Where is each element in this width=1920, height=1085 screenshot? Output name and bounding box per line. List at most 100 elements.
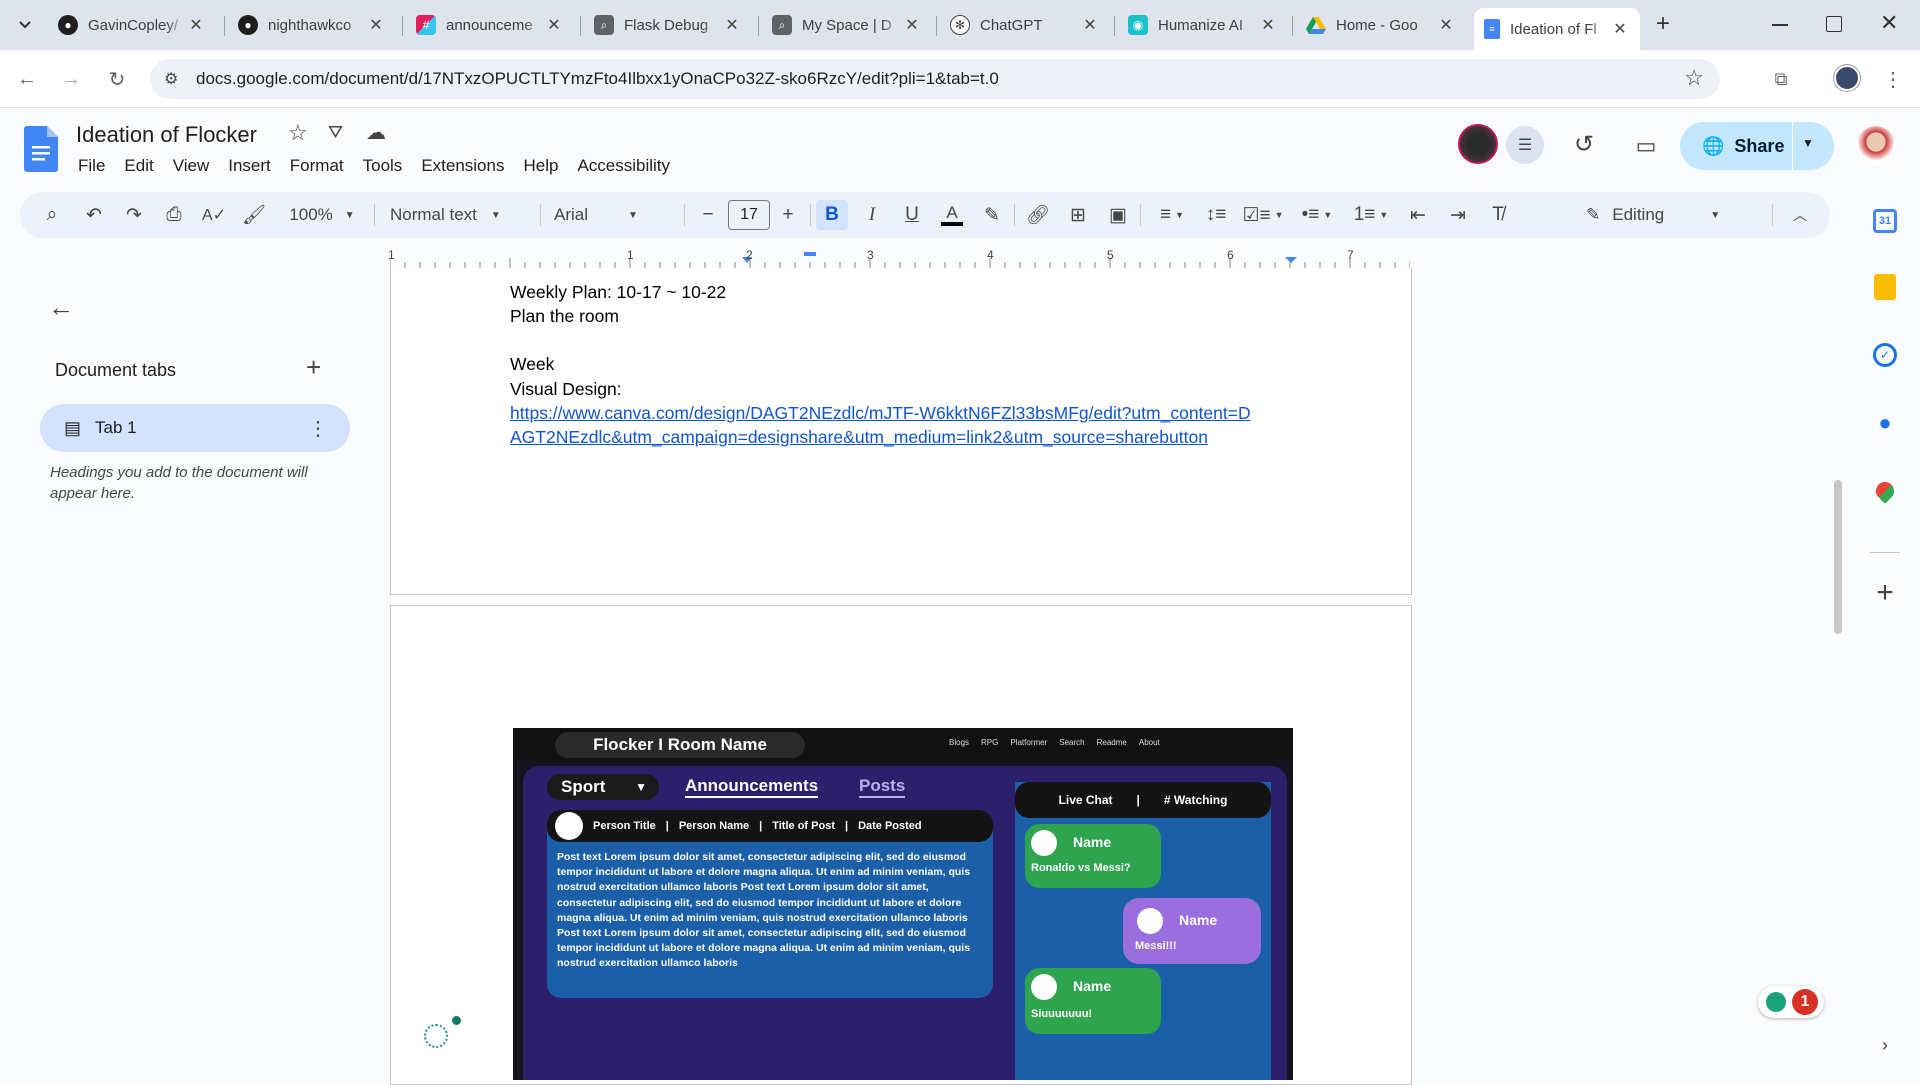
collaborator-avatar[interactable] bbox=[1458, 124, 1498, 164]
bold-button[interactable]: B bbox=[816, 200, 848, 230]
text-color-button[interactable]: A bbox=[938, 200, 966, 230]
search-menus-button[interactable]: ⌕ bbox=[38, 200, 66, 230]
undo-button[interactable]: ↶ bbox=[80, 200, 108, 230]
add-tab-button[interactable]: + bbox=[306, 352, 321, 383]
close-tab-icon[interactable]: ✕ bbox=[186, 15, 206, 35]
get-addons-button[interactable]: + bbox=[1868, 576, 1902, 610]
browser-tab[interactable]: ⌕ My Space | D ✕ bbox=[762, 8, 932, 42]
maps-app-button[interactable] bbox=[1868, 474, 1902, 508]
share-button[interactable]: 🌐 Share ▼ bbox=[1680, 122, 1834, 170]
print-button[interactable]: ⎙ bbox=[160, 200, 188, 230]
profile-avatar[interactable] bbox=[1834, 65, 1860, 91]
highlight-color-button[interactable]: ✎ bbox=[978, 200, 1006, 230]
browser-tab[interactable]: ⌕ Flask Debug ✕ bbox=[584, 8, 752, 42]
menu-edit[interactable]: Edit bbox=[124, 156, 153, 176]
reload-button[interactable]: ↻ bbox=[100, 62, 134, 96]
doc-line[interactable]: Week bbox=[510, 352, 554, 376]
fingerprint-icon[interactable] bbox=[424, 1024, 448, 1048]
numbered-list-button[interactable]: 1≡ ▼ bbox=[1348, 200, 1394, 230]
menu-accessibility[interactable]: Accessibility bbox=[577, 156, 670, 176]
hide-menus-button[interactable]: ︿ bbox=[1786, 200, 1814, 230]
show-side-panel-button[interactable]: › bbox=[1868, 1028, 1902, 1062]
line-spacing-button[interactable]: ↕≡ bbox=[1202, 200, 1230, 230]
editing-mode-select[interactable]: ✎ Editing ▼ bbox=[1586, 200, 1746, 230]
more-vert-icon[interactable]: ⋮ bbox=[308, 416, 328, 441]
account-avatar[interactable] bbox=[1856, 126, 1896, 166]
contacts-app-button[interactable]: ● bbox=[1868, 406, 1902, 440]
keep-app-button[interactable] bbox=[1868, 270, 1902, 304]
docs-logo-icon[interactable] bbox=[24, 126, 58, 172]
new-tab-button[interactable]: + bbox=[1650, 12, 1676, 38]
doc-line[interactable]: Visual Design: bbox=[510, 377, 622, 401]
checklist-button[interactable]: ☑≡ ▼ bbox=[1240, 200, 1286, 230]
increase-font-size-button[interactable]: + bbox=[776, 200, 800, 230]
close-panel-button[interactable]: ← bbox=[48, 292, 74, 323]
close-tab-icon[interactable]: ✕ bbox=[544, 15, 564, 35]
font-family-select[interactable]: Arial ▼ bbox=[554, 200, 674, 230]
insert-image-button[interactable]: ▣ bbox=[1104, 200, 1132, 230]
close-window-button[interactable]: ✕ bbox=[1880, 10, 1898, 36]
paint-format-button[interactable]: 🖌 bbox=[240, 200, 268, 230]
spellcheck-button[interactable]: A✓ bbox=[200, 200, 228, 230]
close-tab-icon[interactable]: ✕ bbox=[366, 15, 386, 35]
insert-link-button[interactable]: 🔗︎ bbox=[1024, 200, 1052, 230]
increase-indent-button[interactable]: ⇥ bbox=[1444, 200, 1472, 230]
tab-search-button[interactable] bbox=[12, 12, 38, 38]
minimize-button[interactable] bbox=[1770, 14, 1790, 34]
horizontal-ruler[interactable]: 1 1 2 3 4 5 6 7 bbox=[388, 248, 1411, 268]
calendar-app-button[interactable]: 31 bbox=[1868, 204, 1902, 238]
doc-line[interactable]: Weekly Plan: 10-17 ~ 10-22 bbox=[510, 280, 726, 304]
restore-button[interactable] bbox=[1826, 16, 1842, 32]
menu-format[interactable]: Format bbox=[290, 156, 344, 176]
underline-button[interactable]: U bbox=[898, 200, 926, 230]
extensions-button[interactable]: ⧉ bbox=[1764, 62, 1798, 96]
tasks-app-button[interactable]: ✓ bbox=[1868, 338, 1902, 372]
decrease-font-size-button[interactable]: − bbox=[696, 200, 720, 230]
browser-tab[interactable]: ✻ ChatGPT ✕ bbox=[940, 8, 1110, 42]
paragraph-style-select[interactable]: Normal text ▼ bbox=[390, 200, 520, 230]
close-tab-icon[interactable]: ✕ bbox=[722, 15, 742, 35]
doc-line[interactable]: Plan the room bbox=[510, 304, 619, 328]
move-folder-icon[interactable]: ⛛ bbox=[328, 122, 343, 143]
embedded-mockup-image[interactable]: Flocker I Room Name Blogs RPG Platformer… bbox=[513, 728, 1293, 1080]
align-button[interactable]: ≡ ▼ bbox=[1150, 200, 1194, 230]
close-tab-icon[interactable]: ✕ bbox=[1436, 15, 1456, 35]
star-icon[interactable]: ☆ bbox=[288, 120, 308, 146]
font-size-input[interactable]: 17 bbox=[728, 200, 770, 230]
meet-chat-button[interactable]: ☰ bbox=[1506, 126, 1544, 164]
menu-tools[interactable]: Tools bbox=[363, 156, 403, 176]
canva-link[interactable]: AGT2NEzdlc&utm_campaign=designshare&utm_… bbox=[510, 425, 1208, 449]
bulleted-list-button[interactable]: •≡ ▼ bbox=[1294, 200, 1340, 230]
address-bar[interactable]: ⚙ docs.google.com/document/d/17NTxzOPUCT… bbox=[150, 59, 1720, 99]
menu-insert[interactable]: Insert bbox=[228, 156, 271, 176]
menu-file[interactable]: File bbox=[78, 156, 105, 176]
close-tab-icon[interactable]: ✕ bbox=[1080, 15, 1100, 35]
close-tab-icon[interactable]: ✕ bbox=[1610, 19, 1630, 39]
back-button[interactable]: ← bbox=[10, 62, 44, 96]
italic-button[interactable]: I bbox=[858, 200, 886, 230]
chevron-down-icon[interactable]: ▼ bbox=[1802, 136, 1814, 150]
canva-link[interactable]: https://www.canva.com/design/DAGT2NEzdlc… bbox=[510, 401, 1251, 425]
close-tab-icon[interactable]: ✕ bbox=[902, 15, 922, 35]
document-title[interactable]: Ideation of Flocker bbox=[76, 122, 257, 148]
decrease-indent-button[interactable]: ⇤ bbox=[1404, 200, 1432, 230]
document-tab-item[interactable]: ▤ Tab 1 ⋮ bbox=[40, 404, 350, 452]
redo-button[interactable]: ↷ bbox=[120, 200, 148, 230]
browser-tab[interactable]: ● nighthawkco ✕ bbox=[228, 8, 396, 42]
browser-tab-active[interactable]: ≡ Ideation of Fl ✕ bbox=[1474, 8, 1640, 50]
browser-tab[interactable]: ◉ Humanize AI ✕ bbox=[1118, 8, 1288, 42]
close-tab-icon[interactable]: ✕ bbox=[1258, 15, 1278, 35]
cloud-saved-icon[interactable]: ☁ bbox=[366, 120, 386, 145]
browser-tab[interactable]: Home - Goo ✕ bbox=[1296, 8, 1466, 42]
scrollbar-thumb[interactable] bbox=[1834, 480, 1842, 634]
clear-formatting-button[interactable]: T̸ bbox=[1484, 200, 1512, 230]
comments-button[interactable]: ▭ bbox=[1628, 128, 1664, 164]
notification-badge[interactable]: 1 bbox=[1758, 986, 1824, 1018]
zoom-select[interactable]: 100% ▼ bbox=[282, 200, 362, 230]
forward-button[interactable]: → bbox=[54, 62, 88, 96]
browser-tab[interactable]: ● GavinCopley/ ✕ bbox=[48, 8, 216, 42]
menu-help[interactable]: Help bbox=[523, 156, 558, 176]
chrome-menu-button[interactable]: ⋮ bbox=[1876, 62, 1910, 96]
menu-view[interactable]: View bbox=[173, 156, 210, 176]
bookmark-star-icon[interactable]: ☆ bbox=[1684, 65, 1704, 91]
